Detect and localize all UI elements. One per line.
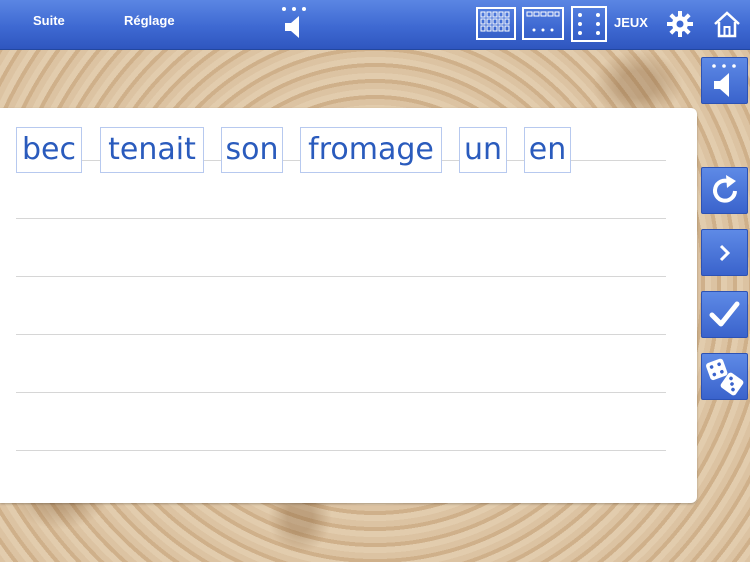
home-icon[interactable] — [712, 9, 742, 39]
ruled-line — [16, 392, 666, 393]
grid-few-button[interactable] — [522, 7, 564, 40]
word-tile[interactable]: un — [459, 127, 507, 173]
reglage-button[interactable]: Réglage — [124, 13, 175, 28]
word-tile[interactable]: fromage — [300, 127, 442, 173]
word-tile[interactable]: tenait — [100, 127, 204, 173]
refresh-icon — [713, 175, 737, 203]
restart-button[interactable] — [701, 167, 748, 214]
grid-many-icon — [480, 11, 510, 32]
check-button[interactable] — [701, 291, 748, 338]
grid-few-icon — [526, 11, 560, 32]
speaker-icon — [712, 64, 736, 97]
dice-button[interactable] — [701, 353, 748, 400]
word-tile[interactable]: en — [524, 127, 571, 173]
word-row: bec tenait son fromage un en — [0, 127, 697, 175]
speaker-icon[interactable] — [279, 5, 309, 41]
word-tile[interactable]: son — [221, 127, 283, 173]
suite-button[interactable]: Suite — [33, 13, 65, 28]
checkmark-icon — [709, 301, 740, 327]
ruled-line — [16, 276, 666, 277]
top-toolbar: Suite Réglage JEUX — [0, 0, 750, 50]
jeux-button[interactable]: JEUX — [614, 15, 648, 30]
dice-dots-button[interactable] — [571, 6, 607, 42]
gear-icon[interactable] — [666, 10, 694, 38]
grid-many-button[interactable] — [476, 7, 516, 40]
chevron-right-icon — [719, 244, 731, 262]
dice-dots-icon — [578, 13, 600, 35]
ruled-line — [16, 334, 666, 335]
side-sound-button[interactable] — [701, 57, 748, 104]
ruled-line — [16, 450, 666, 451]
word-tile[interactable]: bec — [16, 127, 82, 173]
dice-icon — [706, 358, 744, 396]
ruled-line — [16, 218, 666, 219]
next-button[interactable] — [701, 229, 748, 276]
